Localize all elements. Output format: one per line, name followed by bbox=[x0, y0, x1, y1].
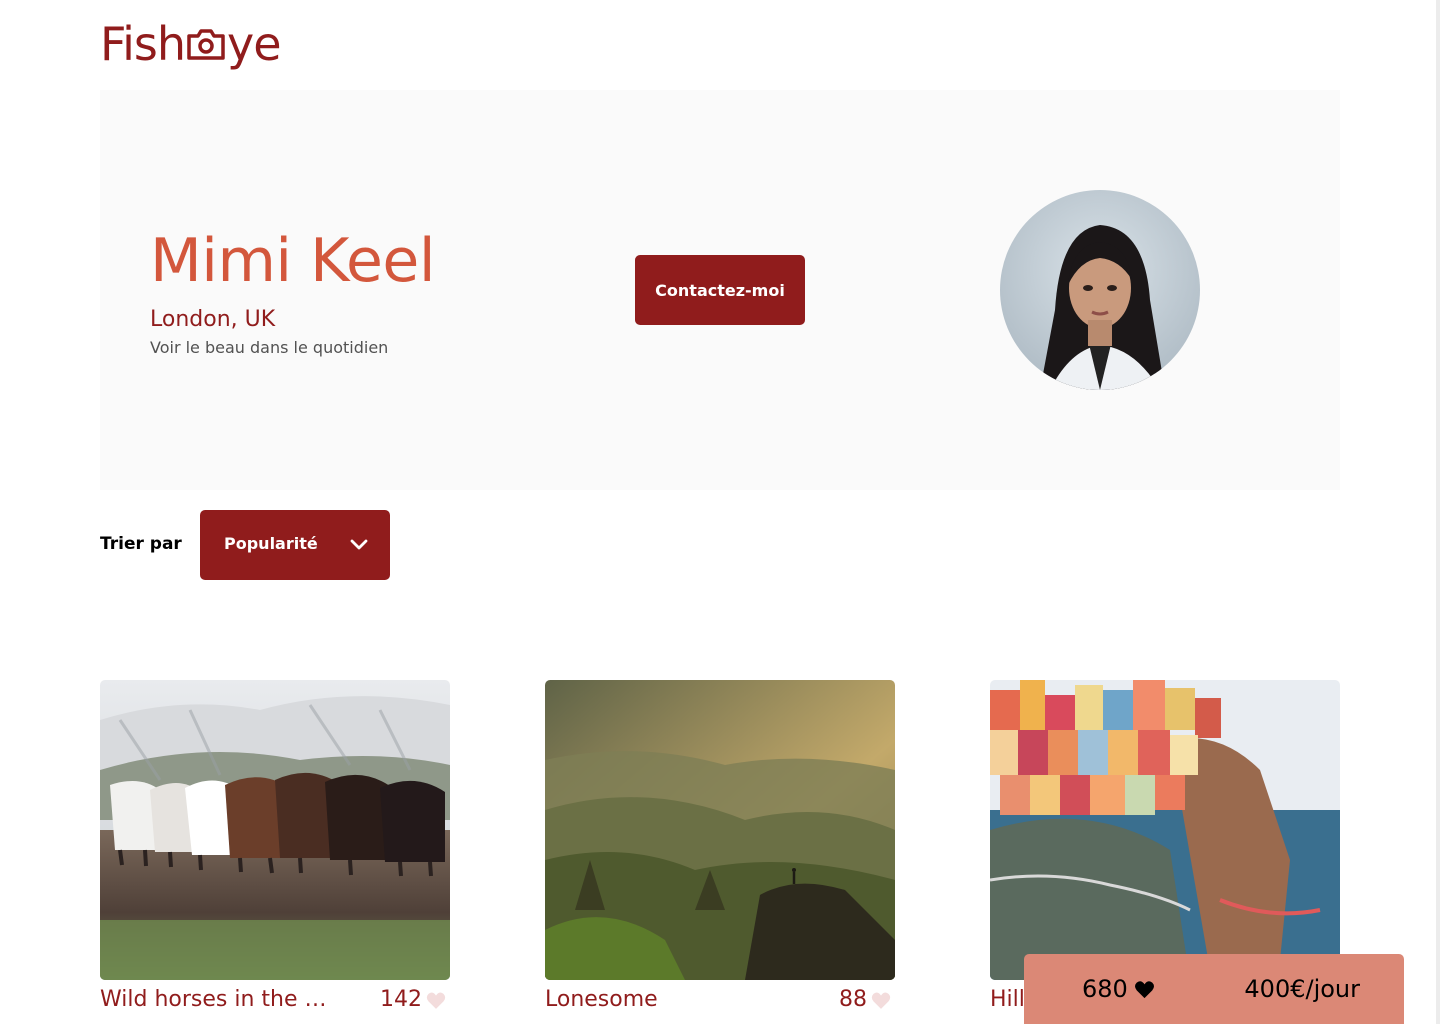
sort-selected-value: Popularité bbox=[224, 534, 318, 553]
media-card: Wild horses in the m... 142 bbox=[100, 680, 450, 1024]
photographer-name: Mimi Keel bbox=[150, 226, 435, 296]
photographer-location: London, UK bbox=[150, 307, 276, 332]
logo-text-end: ye bbox=[227, 17, 282, 71]
media-image-mountains[interactable] bbox=[545, 680, 895, 980]
daily-price: 400€/jour bbox=[1244, 975, 1360, 1003]
scrollbar[interactable] bbox=[1436, 0, 1440, 1024]
media-card-footer: Lonesome 88 bbox=[545, 980, 895, 1024]
photographer-tagline: Voir le beau dans le quotidien bbox=[150, 338, 389, 357]
heart-icon bbox=[1135, 981, 1154, 999]
sort-dropdown[interactable]: Popularité bbox=[200, 510, 390, 580]
media-title: Wild horses in the m... bbox=[100, 987, 345, 1012]
fisheye-logo[interactable]: Fish ye bbox=[100, 14, 282, 71]
sort-label: Trier par bbox=[100, 534, 182, 554]
total-likes: 680 bbox=[1082, 975, 1128, 1003]
contact-button[interactable]: Contactez-moi bbox=[635, 255, 805, 325]
photographer-header: Mimi Keel London, UK Voir le beau dans l… bbox=[100, 90, 1340, 490]
media-title: Lonesome bbox=[545, 987, 658, 1012]
heart-icon[interactable] bbox=[871, 991, 891, 1010]
media-likes: 88 bbox=[839, 987, 867, 1012]
media-card: Lonesome 88 bbox=[545, 680, 895, 1024]
photographer-stats: 680 400€/jour bbox=[1024, 954, 1404, 1024]
media-card-footer: Wild horses in the m... 142 bbox=[100, 980, 450, 1024]
heart-icon[interactable] bbox=[426, 991, 446, 1010]
camera-icon bbox=[187, 29, 225, 60]
photographer-avatar bbox=[1000, 190, 1200, 390]
media-image-horses[interactable] bbox=[100, 680, 450, 980]
media-likes: 142 bbox=[380, 987, 422, 1012]
logo-text-start: Fish bbox=[100, 17, 186, 71]
media-image-coastal-village[interactable] bbox=[990, 680, 1340, 980]
chevron-down-icon bbox=[350, 539, 368, 550]
